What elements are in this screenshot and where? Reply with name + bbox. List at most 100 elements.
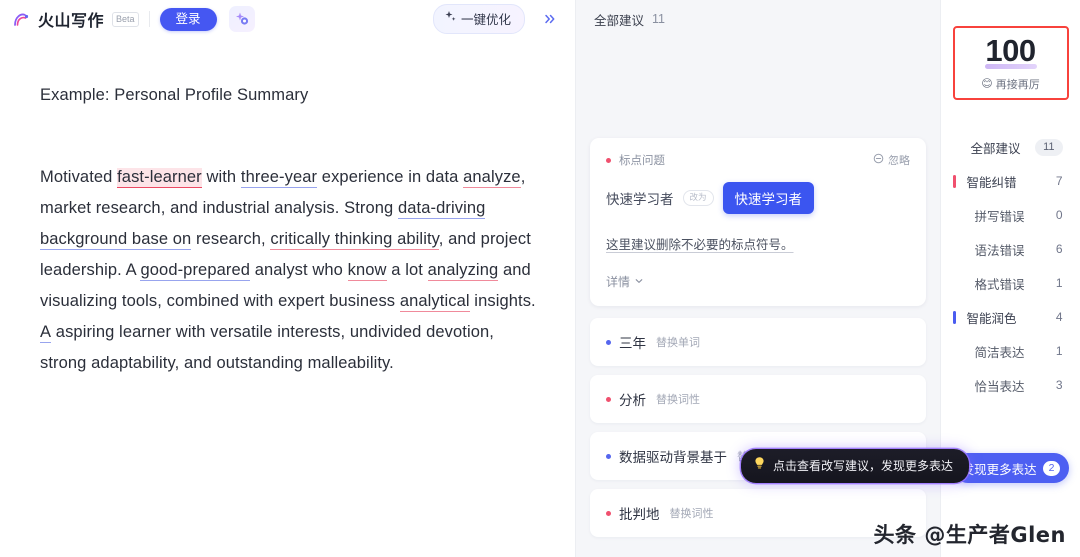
volcano-logo-icon (12, 9, 33, 30)
sidebar-subitem[interactable]: 拼写错误 0 (941, 198, 1080, 232)
sparkle-icon (444, 10, 457, 28)
suggestion-row-word: 三年 (619, 336, 646, 351)
annotated-text-span[interactable]: three-year (240, 168, 318, 188)
beta-tag: Beta (112, 11, 139, 27)
top-toolbar: 火山写作 Beta 登录 一键优化 (0, 0, 575, 38)
category-groups: 智能纠错 7 拼写错误 0 语法错误 6 格式错误 1 智能润色 4 简洁表达 1 恰当表达 3 (941, 164, 1080, 402)
details-label: 详情 (606, 275, 631, 289)
subcategory-count: 1 (1055, 344, 1063, 358)
subcategory-label: 语法错误 (974, 243, 1025, 258)
suggestion-details-toggle[interactable]: 详情 (606, 273, 910, 290)
text-span: insights. (469, 292, 536, 310)
sidebar-item-smart-polish[interactable]: 智能润色 4 (941, 300, 1080, 334)
sidebar-item-smart-correction[interactable]: 智能纠错 7 (941, 164, 1080, 198)
subcategory-count: 3 (1055, 378, 1063, 392)
annotated-text-span[interactable]: fast-learner (117, 168, 202, 188)
one-click-optimize-button[interactable]: 一键优化 (432, 4, 525, 34)
annotated-text-span[interactable]: analytical (399, 292, 470, 312)
suggestion-card-header: 标点问题 忽略 (606, 152, 910, 168)
sidebar-item-all-suggestions[interactable]: 全部建议 11 (941, 130, 1080, 164)
discover-more-expressions-button[interactable]: 发现更多表达 2 (953, 453, 1069, 483)
severity-dot-icon (606, 396, 611, 402)
suggestion-row[interactable]: 分析 替换词性 (590, 375, 926, 423)
app-root: 火山写作 Beta 登录 一键优化 Example: Personal Prof… (0, 0, 1080, 557)
suggestion-type-label: 标点问题 (619, 155, 665, 167)
sidebar-subitem[interactable]: 恰当表达 3 (941, 368, 1080, 402)
suggestion-row-word: 数据驱动背景基于 (619, 450, 727, 465)
active-suggestion-card[interactable]: 标点问题 忽略 快速学习者 改为 快速学习者 这里建议删除不必要的标点符号。 详… (590, 138, 926, 306)
text-span: research, (191, 230, 271, 248)
subcategory-count: 1 (1055, 276, 1063, 290)
change-to-pill: 改为 (682, 190, 714, 206)
toolbar-divider (148, 11, 150, 27)
replacement-row: 快速学习者 改为 快速学习者 (606, 182, 910, 214)
sidebar-subitem[interactable]: 格式错误 1 (941, 266, 1080, 300)
editor-column: 火山写作 Beta 登录 一键优化 Example: Personal Prof… (0, 0, 576, 557)
brand-logo[interactable]: 火山写作 Beta (12, 7, 139, 31)
smiley-icon: 😊 (981, 78, 993, 90)
sidebar-subitem[interactable]: 简洁表达 1 (941, 334, 1080, 368)
suggestion-row-word: 批判地 (619, 507, 660, 522)
brand-name: 火山写作 (38, 13, 105, 30)
annotated-text-span[interactable]: analyzing (427, 261, 499, 281)
severity-dot-icon (606, 157, 611, 163)
chevron-down-icon (634, 275, 644, 289)
subcategory-count: 0 (1055, 208, 1063, 222)
suggestions-header: 全部建议 11 (576, 0, 940, 38)
hint-tooltip: 点击查看改写建议，发现更多表达 (741, 449, 970, 483)
score-caption-row: 😊 再接再厉 (981, 76, 1039, 92)
category-label: 智能润色 (966, 311, 1017, 326)
subcategory-label: 恰当表达 (974, 379, 1025, 394)
apply-replacement-button[interactable]: 快速学习者 (722, 182, 815, 214)
score-caption: 再接再厉 (995, 78, 1040, 91)
subcategory-label: 格式错误 (974, 277, 1025, 292)
category-list: 全部建议 11 智能纠错 7 拼写错误 0 语法错误 6 格式错误 1 智能润色 4 简洁表达 1 恰当… (941, 130, 1080, 402)
suggestion-rows: 三年替换单词分析替换词性数据驱动背景基于替换词性批判地替换词性 (590, 318, 926, 537)
suggestion-row-action: 替换词性 (656, 394, 700, 406)
tooltip-text: 点击查看改写建议，发现更多表达 (773, 459, 954, 473)
severity-dot-icon (606, 510, 611, 516)
category-label: 智能纠错 (966, 175, 1017, 190)
document-title: Example: Personal Profile Summary (40, 86, 309, 104)
lightbulb-icon (753, 456, 766, 475)
text-span: experience in data (317, 168, 464, 186)
annotated-text-span[interactable]: good-prepared (140, 261, 251, 281)
collapse-panel-button[interactable] (539, 8, 561, 30)
sparkle-badge-icon[interactable] (228, 6, 255, 32)
subcategory-label: 拼写错误 (974, 209, 1025, 224)
ignore-suggestion-button[interactable]: 忽略 (873, 152, 910, 168)
severity-dot-icon (606, 339, 611, 345)
annotated-text-span[interactable]: A (40, 323, 52, 343)
suggestion-row-action: 替换单词 (656, 337, 700, 349)
suggestions-header-label: 全部建议 (594, 13, 645, 28)
score-value: 100 (985, 32, 1036, 68)
suggestion-row[interactable]: 三年 替换单词 (590, 318, 926, 366)
annotated-text-span[interactable]: analyze (463, 168, 521, 188)
text-span: Motivated (40, 168, 118, 186)
sidebar-subitem[interactable]: 语法错误 6 (941, 232, 1080, 266)
subcategory-label: 简洁表达 (974, 345, 1025, 360)
severity-dot-icon (606, 453, 611, 459)
login-button[interactable]: 登录 (159, 7, 217, 31)
category-count: 7 (1055, 174, 1063, 188)
watermark: 头条 @生产者Glen (873, 523, 1066, 547)
more-button-badge: 2 (1042, 460, 1061, 476)
minus-circle-icon (873, 153, 884, 167)
document-editor[interactable]: Example: Personal Profile Summary Motiva… (0, 38, 575, 557)
suggestion-row-word: 分析 (619, 393, 646, 408)
ignore-label: 忽略 (888, 155, 910, 167)
document-body[interactable]: Motivated fast-learner with three-year e… (40, 162, 537, 379)
suggestions-header-count: 11 (652, 12, 665, 26)
category-accent-bar (952, 310, 956, 324)
category-label: 全部建议 (970, 141, 1021, 156)
annotated-text-span[interactable]: know (347, 261, 387, 281)
text-span: with (201, 168, 241, 186)
category-count: 4 (1055, 310, 1063, 324)
annotated-text-span[interactable]: critically thinking ability (270, 230, 439, 250)
suggestion-description: 这里建议删除不必要的标点符号。 (606, 238, 794, 252)
score-card: 100 😊 再接再厉 (952, 26, 1069, 100)
original-text: 快速学习者 (606, 192, 674, 207)
subcategory-count: 6 (1055, 242, 1063, 256)
category-accent-bar (952, 174, 956, 188)
text-span: aspiring learner with versatile interest… (40, 323, 494, 372)
